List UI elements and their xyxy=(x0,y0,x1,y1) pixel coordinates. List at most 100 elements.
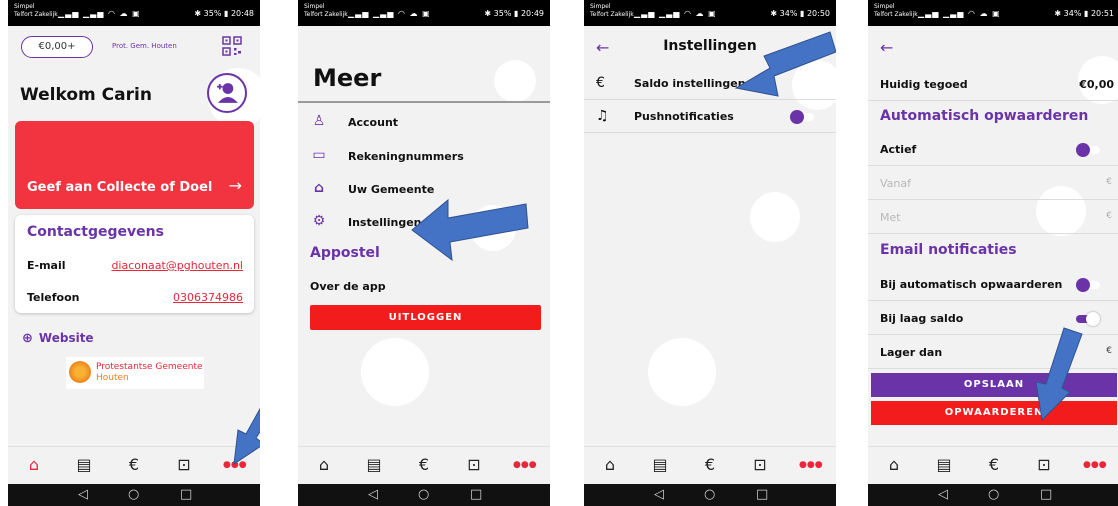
tab-euro-icon[interactable]: € xyxy=(413,455,435,477)
nav-back-icon[interactable]: ◁ xyxy=(654,487,664,502)
card-icon: ▭ xyxy=(312,147,326,163)
email-link[interactable]: diaconaat@pghouten.nl xyxy=(111,259,243,272)
church-icon: ⌂ xyxy=(313,180,325,196)
tab-euro-icon[interactable]: € xyxy=(699,455,721,477)
menu-item-label: Uw Gemeente xyxy=(348,183,435,196)
status-bar: Simpel Telfort Zakelijk ▁▃▅ ▁▃▅ ◠ ☁ ▣ ✱ … xyxy=(868,0,1118,26)
tab-church-icon[interactable]: ⌂ xyxy=(883,455,905,477)
row-label: Vanaf xyxy=(880,177,911,190)
row-huidig-tegoed: Huidig tegoed €0,00 xyxy=(868,68,1118,101)
more-screen: Simpel Telfort Zakelijk ▁▃▅ ▁▃▅ ◠ ☁ ▣ ✱ … xyxy=(298,0,550,506)
signal-icon: ▁▃▅ ▁▃▅ ◠ ☁ ▣ xyxy=(58,9,141,18)
section-auto-topup: Automatisch opwaarderen xyxy=(880,108,1089,124)
contact-card: Contactgegevens E-mail diaconaat@pghoute… xyxy=(15,215,254,313)
tab-euro-icon[interactable]: € xyxy=(983,455,1005,477)
android-nav: ◁ ○ □ xyxy=(584,484,836,506)
tab-bar: ⌂ ▤ € ⊡ ●●● xyxy=(298,446,550,484)
battery-clock: ✱ 35% ▮ 20:48 xyxy=(194,9,254,18)
add-contact-icon[interactable] xyxy=(207,73,247,113)
row-label: Saldo instellingen xyxy=(634,77,746,90)
signal-icon: ▁▃▅ ▁▃▅ ◠ ☁ ▣ xyxy=(634,9,717,18)
about-link[interactable]: Over de app xyxy=(310,280,386,293)
gear-icon: ⚙ xyxy=(312,213,326,229)
battery-clock: ✱ 34% ▮ 20:51 xyxy=(1054,9,1114,18)
tab-news-icon[interactable]: ▤ xyxy=(649,455,671,477)
nav-recent-icon[interactable]: □ xyxy=(470,487,482,502)
tab-more-icon[interactable]: ●●● xyxy=(513,460,537,482)
row-vanaf[interactable]: Vanaf € xyxy=(868,167,1118,200)
row-label: Bij laag saldo xyxy=(880,312,964,325)
arrow-right-icon: → xyxy=(228,176,242,195)
row-pushnotificaties: ♫ Pushnotificaties xyxy=(584,101,836,133)
menu-item-account[interactable]: ♙ Account xyxy=(310,113,540,137)
tab-news-icon[interactable]: ▤ xyxy=(363,455,385,477)
carrier-text: Simpel Telfort Zakelijk xyxy=(590,3,634,18)
globe-icon: ⊕ xyxy=(22,331,33,346)
row-label: Huidig tegoed xyxy=(880,78,968,91)
tab-euro-icon[interactable]: € xyxy=(123,455,145,477)
tab-more-icon[interactable]: ●●● xyxy=(1083,460,1107,482)
tab-contacts-icon[interactable]: ⊡ xyxy=(749,455,771,477)
row-label: Actief xyxy=(880,143,917,156)
welcome-title: Welkom Carin xyxy=(20,85,152,105)
callout-arrow xyxy=(411,198,529,262)
row-label: Lager dan xyxy=(880,346,943,359)
toggle-knob xyxy=(1076,278,1090,292)
phone-label: Telefoon xyxy=(27,291,80,304)
status-bar: Simpel Telfort Zakelijk ▁▃▅ ▁▃▅ ◠ ☁ ▣ ✱ … xyxy=(584,0,836,26)
donate-card[interactable]: Geef aan Collecte of Doel → xyxy=(15,121,254,209)
carrier-text: Simpel Telfort Zakelijk xyxy=(14,3,58,18)
row-met[interactable]: Met € xyxy=(868,201,1118,234)
nav-recent-icon[interactable]: □ xyxy=(1040,487,1052,502)
carrier-text: Simpel Telfort Zakelijk xyxy=(304,3,348,18)
tab-news-icon[interactable]: ▤ xyxy=(73,455,95,477)
toggle-knob xyxy=(1086,312,1100,326)
row-label: Bij automatisch opwaarderen xyxy=(880,278,1063,291)
callout-arrow xyxy=(734,31,836,97)
bij-laag-toggle[interactable] xyxy=(1076,312,1100,326)
nav-home-icon[interactable]: ○ xyxy=(988,487,999,502)
tab-more-icon[interactable]: ●●● xyxy=(799,460,823,482)
nav-home-icon[interactable]: ○ xyxy=(128,487,139,502)
push-toggle[interactable] xyxy=(790,110,814,124)
battery-clock: ✱ 34% ▮ 20:50 xyxy=(770,9,830,18)
website-link[interactable]: ⊕ Website xyxy=(22,331,94,346)
saldo-button[interactable]: €0,00+ xyxy=(21,36,93,58)
nav-back-icon[interactable]: ◁ xyxy=(78,487,88,502)
page-title: Meer xyxy=(313,64,382,92)
tab-contacts-icon[interactable]: ⊡ xyxy=(463,455,485,477)
bij-auto-toggle[interactable] xyxy=(1076,278,1100,292)
menu-item-rekeningnummers[interactable]: ▭ Rekeningnummers xyxy=(310,147,540,171)
toggle-knob xyxy=(1076,143,1090,157)
actief-toggle[interactable] xyxy=(1076,143,1100,157)
logout-button[interactable]: UITLOGGEN xyxy=(310,305,541,330)
bg-bubble xyxy=(648,338,716,406)
tab-church-icon[interactable]: ⌂ xyxy=(23,455,45,477)
status-bar: Simpel Telfort Zakelijk ▁▃▅ ▁▃▅ ◠ ☁ ▣ ✱ … xyxy=(298,0,550,26)
nav-recent-icon[interactable]: □ xyxy=(756,487,768,502)
nav-back-icon[interactable]: ◁ xyxy=(368,487,378,502)
phone-link[interactable]: 0306374986 xyxy=(173,291,243,304)
bg-bubble xyxy=(361,338,429,406)
bg-bubble xyxy=(494,60,536,102)
tab-contacts-icon[interactable]: ⊡ xyxy=(1033,455,1055,477)
nav-home-icon[interactable]: ○ xyxy=(418,487,429,502)
currency-suffix: € xyxy=(1106,211,1112,221)
nav-recent-icon[interactable]: □ xyxy=(180,487,192,502)
tab-contacts-icon[interactable]: ⊡ xyxy=(173,455,195,477)
bg-bubble xyxy=(750,192,800,242)
menu-item-label: Account xyxy=(348,116,399,129)
callout-arrow xyxy=(1035,327,1083,422)
qr-code-icon[interactable] xyxy=(222,36,242,56)
tab-church-icon[interactable]: ⌂ xyxy=(313,455,335,477)
tab-news-icon[interactable]: ▤ xyxy=(933,455,955,477)
back-arrow-icon[interactable]: ← xyxy=(880,38,893,57)
logo-line2: Houten xyxy=(96,373,129,383)
nav-back-icon[interactable]: ◁ xyxy=(938,487,948,502)
toggle-knob xyxy=(790,110,804,124)
tab-church-icon[interactable]: ⌂ xyxy=(599,455,621,477)
section-appostel: Appostel xyxy=(310,245,380,261)
sun-logo-icon xyxy=(69,361,91,383)
nav-home-icon[interactable]: ○ xyxy=(704,487,715,502)
menu-item-label: Rekeningnummers xyxy=(348,150,464,163)
